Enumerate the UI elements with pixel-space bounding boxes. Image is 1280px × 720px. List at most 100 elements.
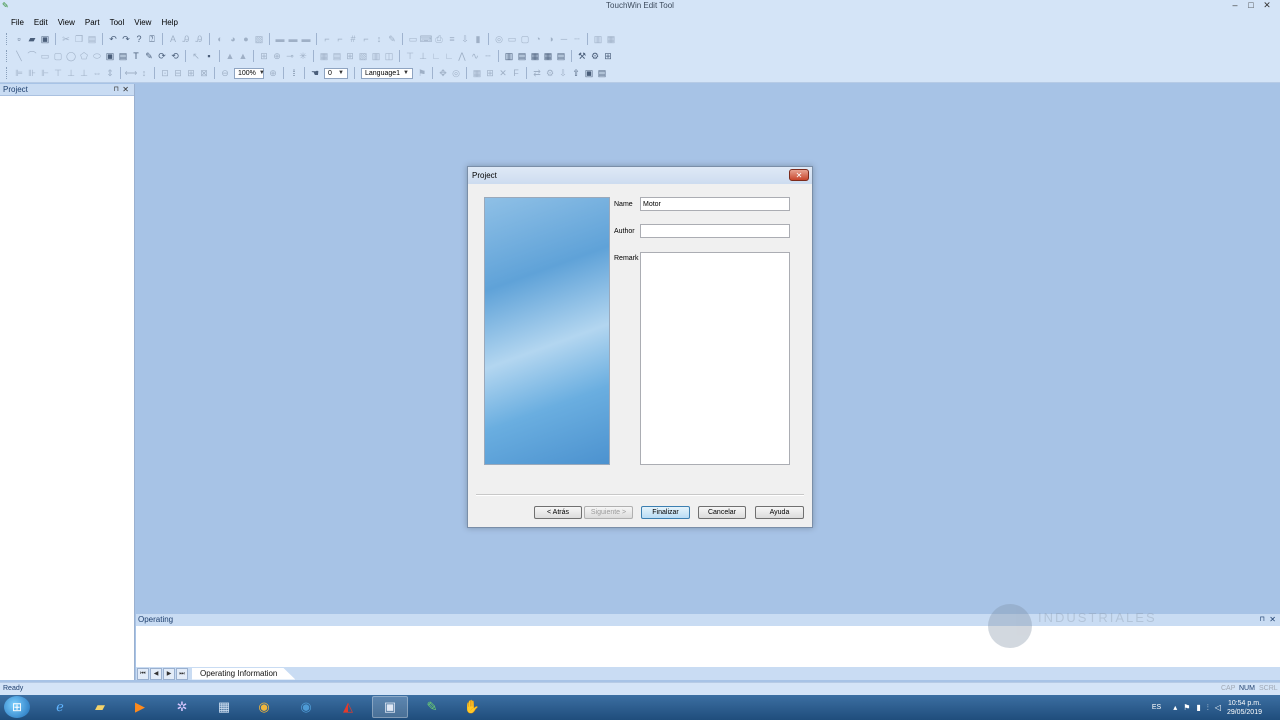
gauge-icon[interactable]: ◔ (532, 33, 544, 45)
network-icon[interactable]: ▮ (1196, 703, 1200, 712)
align-icon[interactable]: ⊤ (404, 50, 416, 62)
chart-bar-icon[interactable]: ▥ (592, 33, 604, 45)
acrobat-icon[interactable]: ◭ (330, 696, 366, 718)
tray-expand-icon[interactable]: ▴ (1173, 703, 1177, 712)
line-icon[interactable]: ─ (558, 33, 570, 45)
dash-icon[interactable]: ┄ (571, 33, 583, 45)
monitor-icon[interactable]: ▭ (506, 33, 518, 45)
finish-button[interactable]: Finalizar (641, 506, 690, 519)
save-icon[interactable]: ▣ (39, 33, 51, 45)
compile-icon[interactable]: ⚙ (544, 67, 556, 79)
align-right-icon[interactable]: ⊩ (39, 67, 51, 79)
language-combo[interactable]: Language1 ▼ (361, 67, 413, 79)
paste-icon[interactable]: ▤ (86, 33, 98, 45)
triangle2-icon[interactable]: ▲ (237, 50, 249, 62)
layout3-icon[interactable]: ▦ (529, 50, 541, 62)
menu-help[interactable]: Help (156, 18, 182, 27)
new-file-icon[interactable]: ▫ (13, 33, 25, 45)
move-icon[interactable]: ✥ (437, 67, 449, 79)
bracket-icon[interactable]: ⌐ (360, 33, 372, 45)
grid-icon[interactable]: ▦ (318, 50, 330, 62)
ie-icon[interactable]: ℯ (42, 696, 78, 718)
grid-dots-icon[interactable]: ⁞ (288, 67, 300, 79)
target-icon[interactable]: ⊕ (271, 50, 283, 62)
last-tab-icon[interactable]: ⏭ (176, 667, 188, 680)
screen-icon[interactable]: ▭ (407, 33, 419, 45)
fill-icon[interactable]: ◐ (214, 33, 226, 45)
group-icon[interactable]: ⊞ (185, 67, 197, 79)
brush-tool-icon[interactable]: ✎ (143, 50, 155, 62)
device2-icon[interactable]: ▤ (596, 67, 608, 79)
calculator-icon[interactable]: ▦ (206, 696, 242, 718)
lamp-icon[interactable]: ◎ (493, 33, 505, 45)
snap-icon[interactable]: ⊞ (484, 67, 496, 79)
help-button[interactable]: Ayuda (755, 506, 804, 519)
context-help-icon[interactable]: ⍰ (146, 33, 158, 45)
ellipse-tool-icon[interactable]: ◯ (65, 50, 77, 62)
menu-part[interactable]: Part (80, 18, 105, 27)
close-icon[interactable]: ✕ (1269, 614, 1276, 626)
zoom-combo[interactable]: 100% ▼ (234, 67, 265, 79)
dial-icon[interactable]: ◑ (545, 33, 557, 45)
start-button[interactable]: ⊞ (4, 696, 30, 718)
picture-icon[interactable]: ▧ (253, 33, 265, 45)
rounded-rect-tool-icon[interactable]: ▢ (52, 50, 64, 62)
same-height-icon[interactable]: ↕ (138, 67, 150, 79)
text-tool-icon[interactable]: T (130, 50, 142, 62)
author-field[interactable] (640, 224, 790, 238)
align-bottom-icon[interactable]: ⊥ (78, 67, 90, 79)
ungroup-icon[interactable]: ⊠ (198, 67, 210, 79)
hist-icon[interactable]: ▥ (370, 50, 382, 62)
chart-icon[interactable]: ▧ (357, 50, 369, 62)
hand-app-icon[interactable]: ✋ (454, 696, 490, 718)
triangle-icon[interactable]: ▲ (224, 50, 236, 62)
align-middle-icon[interactable]: ⊥ (65, 67, 77, 79)
prev-tab-icon[interactable]: ◀ (150, 667, 162, 680)
menu-view-2[interactable]: View (129, 18, 156, 27)
language-indicator[interactable]: ES (1152, 704, 1161, 711)
zoom-in-icon[interactable]: ⊕ (267, 67, 279, 79)
meter-icon[interactable]: ◫ (383, 50, 395, 62)
text-line-icon[interactable]: ≡ (446, 33, 458, 45)
folder-icon[interactable]: ▰ (82, 696, 118, 718)
tool-app-icon[interactable]: ✲ (164, 696, 200, 718)
toolbar-grip[interactable] (6, 49, 9, 62)
first-tab-icon[interactable]: ⏮ (137, 667, 149, 680)
rectangle-tool-icon[interactable]: ▭ (39, 50, 51, 62)
menu-edit[interactable]: Edit (29, 18, 53, 27)
edit-icon[interactable]: ✎ (386, 33, 398, 45)
open-folder-icon[interactable]: ▰ (26, 33, 38, 45)
dash-line-icon[interactable]: ╌ (482, 50, 494, 62)
copy-icon[interactable]: ❐ (73, 33, 85, 45)
volume-icon[interactable]: ◁ (1215, 703, 1221, 712)
chrome-blue-icon[interactable]: ◉ (288, 696, 324, 718)
circle-fill-icon[interactable]: ● (240, 33, 252, 45)
chart-grid-icon[interactable]: ▦ (605, 33, 617, 45)
chrome-icon[interactable]: ◉ (246, 696, 282, 718)
keyboard-icon[interactable]: ⌨ (420, 33, 433, 45)
toolbar-grip[interactable] (6, 32, 9, 45)
transfer-icon[interactable]: ⇄ (531, 67, 543, 79)
next-button[interactable]: Siguiente > (584, 506, 633, 519)
select-icon[interactable]: ↖ (190, 50, 202, 62)
font-f-icon[interactable]: F (510, 67, 522, 79)
polygon-tool-icon[interactable]: ⬠ (78, 50, 90, 62)
cut-icon[interactable]: ✂ (60, 33, 72, 45)
rotate2-tool-icon[interactable]: ⟲ (169, 50, 181, 62)
font-icon[interactable]: Ꭿ (180, 33, 192, 45)
minimize-button[interactable]: – (1228, 0, 1242, 12)
rect-icon[interactable]: ▬ (287, 33, 299, 45)
menu-view[interactable]: View (53, 18, 80, 27)
font-size-icon[interactable]: Ꭿ (193, 33, 205, 45)
curve-icon[interactable]: ∿ (469, 50, 481, 62)
cancel-button[interactable]: Cancelar (698, 506, 746, 519)
undo-icon[interactable]: ↶ (107, 33, 119, 45)
tab-operating-information[interactable]: Operating Information (192, 667, 296, 680)
redo-icon[interactable]: ↷ (120, 33, 132, 45)
hand-icon[interactable]: ☚ (309, 67, 321, 79)
rotate-tool-icon[interactable]: ⟳ (156, 50, 168, 62)
close-window-button[interactable]: ✕ (1260, 0, 1274, 12)
flag-tray-icon[interactable]: ⚑ (1183, 703, 1190, 712)
rect-icon[interactable]: ▬ (300, 33, 312, 45)
layout2-icon[interactable]: ▤ (516, 50, 528, 62)
